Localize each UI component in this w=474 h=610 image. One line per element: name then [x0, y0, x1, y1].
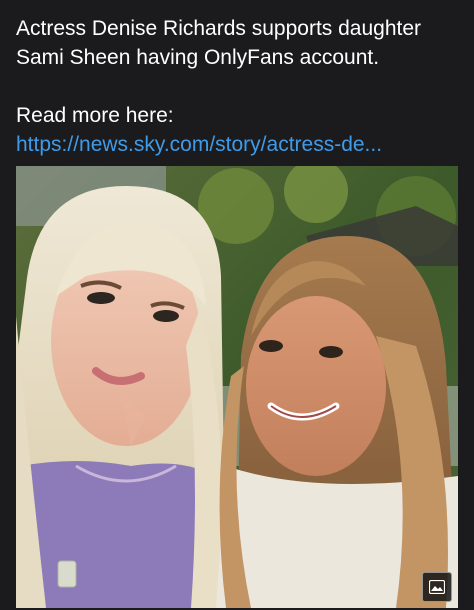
landscape-glyph — [429, 580, 445, 594]
headline-line-2: Sami Sheen having OnlyFans account. — [16, 46, 380, 69]
article-link[interactable]: https://news.sky.com/story/actress-de... — [16, 133, 382, 156]
read-more-label: Read more here: — [16, 104, 174, 127]
headline-line-1: Actress Denise Richards supports daughte… — [16, 17, 422, 40]
post-card: Actress Denise Richards supports daughte… — [0, 0, 474, 610]
post-body: Actress Denise Richards supports daughte… — [16, 14, 456, 159]
post-photo[interactable] — [16, 166, 458, 608]
photo-illustration — [16, 166, 458, 608]
link-line: https://news.sky.com/story/actress-de... — [16, 130, 456, 159]
image-icon[interactable] — [422, 572, 452, 602]
